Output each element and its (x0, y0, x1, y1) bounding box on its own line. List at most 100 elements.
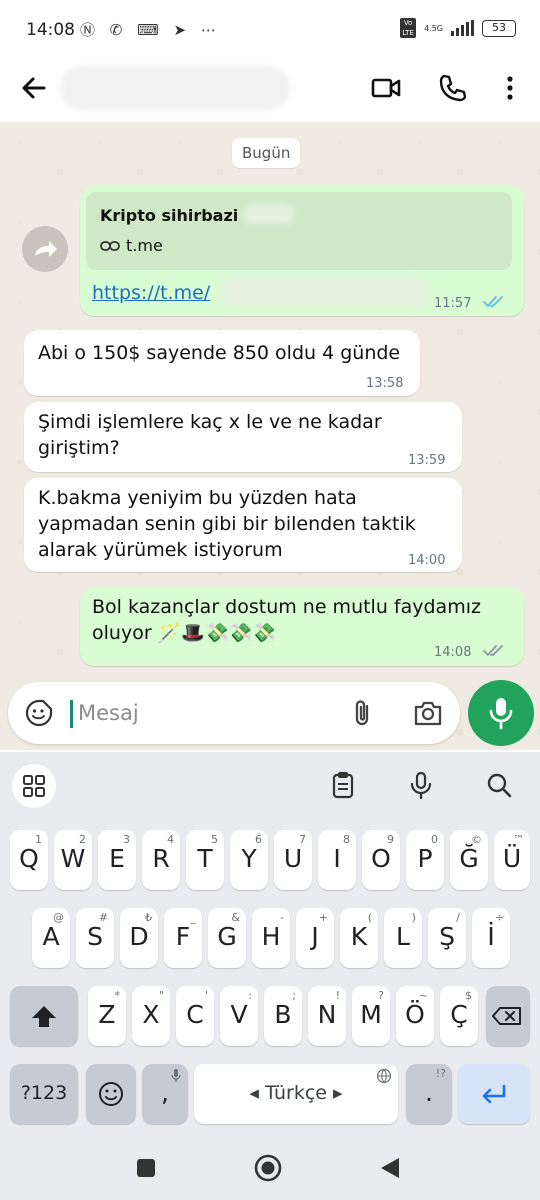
globe-icon (376, 1068, 392, 1084)
paperclip-icon[interactable] (350, 698, 376, 728)
microphone-icon (489, 698, 513, 730)
signal-icon (451, 20, 474, 36)
key-j[interactable]: + J (296, 908, 334, 968)
delivered-ticks-icon (483, 645, 503, 657)
space-language-label: ◂ Türkçe ▸ (249, 1082, 343, 1104)
chat-area[interactable]: Bugün Kripto sihirbazi t.me https://t.me… (0, 122, 540, 750)
recents-icon[interactable] (134, 1156, 158, 1180)
volte-icon: Vo LTE (400, 18, 417, 38)
key-a[interactable]: @ A (32, 908, 70, 968)
key-y[interactable]: 6Y (230, 830, 268, 890)
key-w[interactable]: 2W (54, 830, 92, 890)
message-text: Bol kazançlar dostum ne mutlu faydamız o… (92, 596, 481, 644)
key-g[interactable]: & G (208, 908, 246, 968)
enter-key[interactable] (458, 1064, 530, 1124)
backspace-key[interactable] (486, 986, 530, 1046)
key-p[interactable]: 0P (406, 830, 444, 890)
home-icon[interactable] (253, 1153, 283, 1183)
key-k[interactable]: (K (340, 908, 378, 968)
shift-key[interactable] (10, 986, 78, 1046)
notification-icons: Ⓝ ✆ ⌨ ➤ ⋯ (80, 21, 221, 39)
message-text: Şimdi işlemlere kaç x le ve ne kadar gir… (38, 411, 382, 459)
system-nav-bar (0, 1140, 540, 1200)
key-l[interactable]: ) L (384, 908, 422, 968)
incoming-message[interactable]: K.bakma yeniyim bu yüzden hata yapmadan … (24, 478, 462, 572)
message-composer (8, 682, 460, 744)
keyboard: 1Q 2W 3E 4R 5T 6Y 7U 8I 9O 0P © Ğ ™ Ü @ A #… (0, 752, 540, 1140)
key-v[interactable]: :V (220, 986, 258, 1046)
voice-record-button[interactable] (468, 680, 534, 746)
clipboard-icon[interactable] (328, 770, 358, 800)
key-c-cedilla[interactable]: $ Ç (440, 986, 478, 1046)
key-z[interactable]: * Z (88, 986, 126, 1046)
shift-arrow-icon (32, 1006, 56, 1027)
keyboard-apps-button[interactable] (12, 764, 56, 808)
text-cursor (70, 700, 73, 728)
key-r[interactable]: 4R (142, 830, 180, 890)
voice-input-icon[interactable] (406, 770, 436, 800)
message-time: 14:00 (408, 553, 446, 568)
key-u-umlaut[interactable]: ™ Ü (494, 830, 530, 890)
key-i-dotted[interactable]: ÷ İ (472, 908, 510, 968)
network-type: 4.5G (424, 23, 443, 33)
camera-icon[interactable] (412, 698, 444, 728)
date-chip: Bugün (232, 138, 301, 168)
incoming-message[interactable]: Abi o 150$ sayende 850 oldu 4 günde 13:5… (24, 330, 420, 396)
key-n[interactable]: ! N (308, 986, 346, 1046)
message-text: K.bakma yeniyim bu yüzden hata yapmadan … (38, 487, 416, 561)
chat-header (0, 58, 540, 122)
message-time: 11:57 (434, 296, 472, 311)
battery-icon: 53 (482, 19, 516, 37)
message-time: 13:59 (408, 453, 446, 468)
emoji-key[interactable] (86, 1064, 136, 1124)
status-bar: 14:08 Ⓝ ✆ ⌨ ➤ ⋯ Vo LTE 4.5G 53 (0, 0, 540, 58)
key-s[interactable]: # S (76, 908, 114, 968)
enter-arrow-icon (482, 1084, 506, 1104)
back-arrow-icon[interactable] (18, 72, 50, 104)
search-icon[interactable] (484, 770, 514, 800)
apps-grid-icon (23, 775, 45, 797)
status-right: Vo LTE 4.5G 53 (400, 18, 516, 38)
key-i-dotless[interactable]: 8I (318, 830, 356, 890)
incoming-message[interactable]: Şimdi işlemlere kaç x le ve ne kadar gir… (24, 402, 462, 472)
more-options-icon[interactable] (496, 72, 524, 104)
message-time: 14:08 (434, 645, 472, 660)
message-url-link[interactable]: https://t.me/ (92, 282, 210, 304)
key-g-breve[interactable]: © Ğ (450, 830, 488, 890)
key-x[interactable]: " X (132, 986, 170, 1046)
key-u[interactable]: 7U (274, 830, 312, 890)
key-o-umlaut[interactable]: ~ Ö (396, 986, 434, 1046)
link-preview-title: Kripto sihirbazi (100, 206, 239, 225)
phone-call-icon[interactable] (436, 72, 468, 104)
back-nav-icon[interactable] (378, 1156, 402, 1180)
contact-name-redacted[interactable] (60, 66, 290, 110)
read-ticks-icon (483, 296, 503, 308)
period-key[interactable]: !?. (406, 1064, 452, 1124)
outgoing-message[interactable]: Bol kazançlar dostum ne mutlu faydamız o… (80, 588, 524, 666)
key-s-cedilla[interactable]: / Ş (428, 908, 466, 968)
video-call-icon[interactable] (370, 72, 402, 104)
symbols-key[interactable]: ?123 (10, 1064, 78, 1124)
link-preview-card[interactable]: Kripto sihirbazi t.me (86, 192, 512, 270)
key-f[interactable]: _ F (164, 908, 202, 968)
key-b[interactable]: ; B (264, 986, 302, 1046)
sticker-emoji-icon[interactable] (24, 698, 54, 728)
link-icon (100, 240, 120, 251)
key-e[interactable]: 3E (98, 830, 136, 890)
key-h[interactable]: -H (252, 908, 290, 968)
key-d[interactable]: ₺ D (120, 908, 158, 968)
space-key[interactable]: ◂ Türkçe ▸ (194, 1064, 398, 1124)
message-input[interactable] (78, 694, 328, 732)
key-c[interactable]: ' C (176, 986, 214, 1046)
message-time: 13:58 (366, 376, 404, 391)
forward-icon (35, 241, 57, 257)
forward-button[interactable] (22, 226, 68, 272)
comma-key[interactable]: , (142, 1064, 188, 1124)
key-t[interactable]: 5T (186, 830, 224, 890)
link-domain-text: t.me (126, 236, 163, 255)
key-o[interactable]: 9O (362, 830, 400, 890)
key-m[interactable]: ? M (352, 986, 390, 1046)
forwarded-link-message[interactable]: Kripto sihirbazi t.me https://t.me/ 11:5… (80, 186, 524, 316)
redacted-url (220, 276, 430, 308)
key-q[interactable]: 1Q (10, 830, 48, 890)
